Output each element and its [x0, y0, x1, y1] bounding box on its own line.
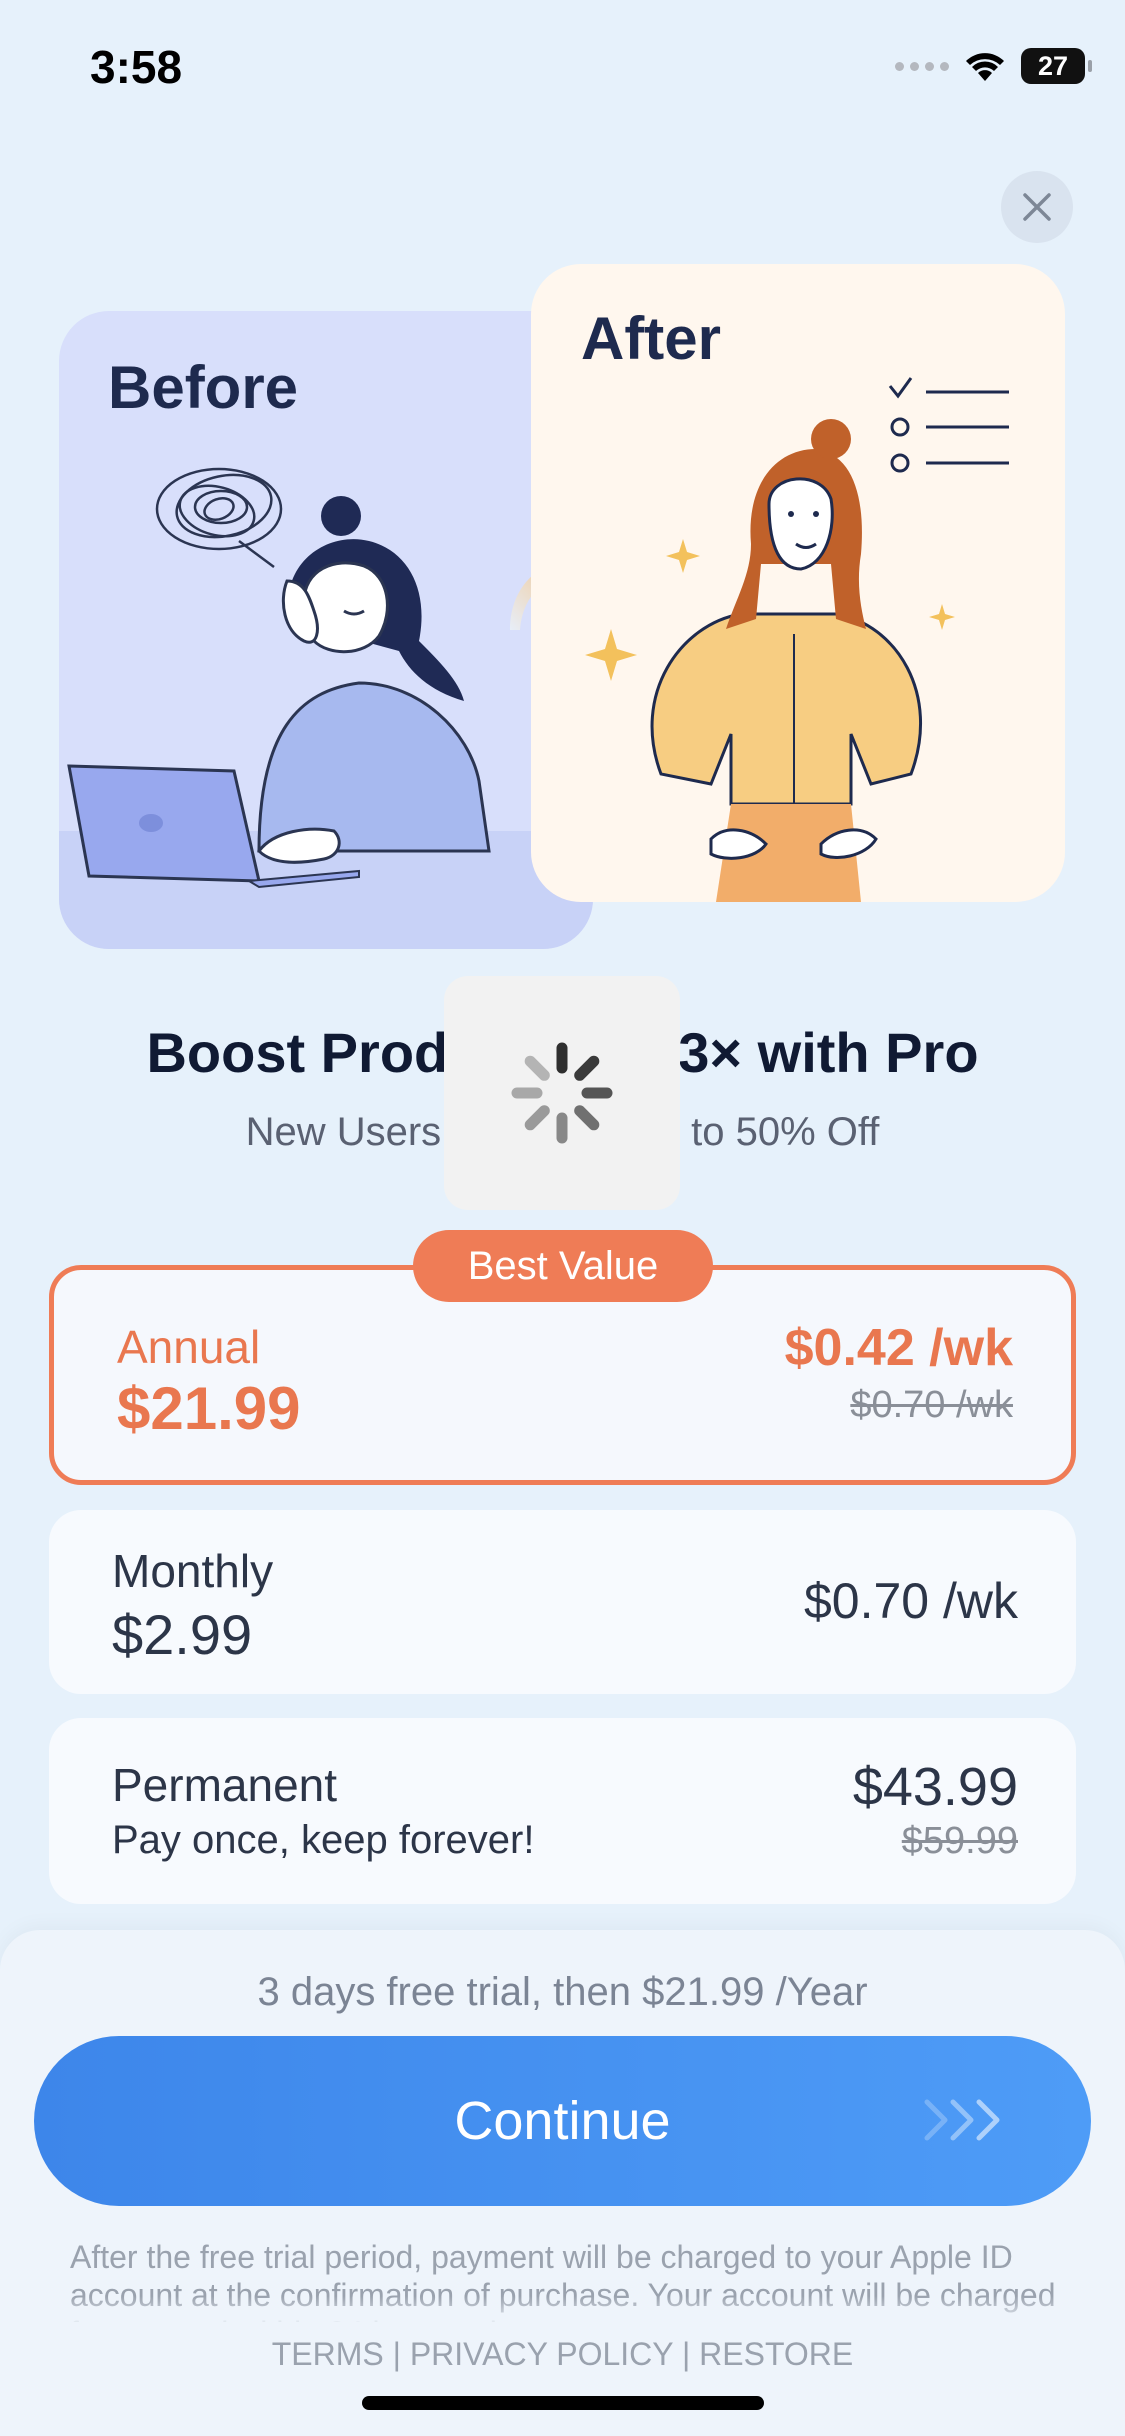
close-icon: [1023, 193, 1051, 221]
privacy-policy-link[interactable]: PRIVACY POLICY: [410, 2336, 673, 2372]
plan-monthly-weekly: $0.70 /wk: [803, 1573, 1018, 1629]
separator: |: [383, 2336, 410, 2372]
footer-links: TERMS | PRIVACY POLICY | RESTORE: [0, 2336, 1125, 2373]
status-icons: 27: [895, 48, 1092, 84]
terms-link[interactable]: TERMS: [272, 2336, 384, 2372]
cellular-signal-icon: [895, 61, 949, 71]
plan-permanent[interactable]: Permanent Pay once, keep forever! $43.99…: [49, 1718, 1076, 1904]
restore-link[interactable]: RESTORE: [699, 2336, 853, 2372]
headline-left: Boost Prod: [146, 1021, 449, 1084]
plan-permanent-old-price: $59.99: [901, 1820, 1018, 1862]
legal-fade: [0, 2296, 1125, 2326]
plan-annual-weekly: $0.42 /wk: [784, 1319, 1013, 1377]
plan-annual-old-weekly: $0.70 /wk: [850, 1384, 1013, 1426]
continue-button[interactable]: Continue: [34, 2036, 1091, 2206]
subheadline-left: New Users: [245, 1110, 442, 1154]
plan-permanent-subtitle: Pay once, keep forever!: [112, 1818, 535, 1862]
plan-permanent-name: Permanent: [112, 1759, 338, 1811]
status-time: 3:58: [90, 41, 183, 93]
after-card: After: [531, 264, 1065, 902]
plan-monthly-price: $2.99: [112, 1603, 253, 1666]
best-value-badge: Best Value: [413, 1230, 713, 1302]
plan-monthly-name: Monthly: [112, 1545, 274, 1597]
continue-label: Continue: [454, 2091, 671, 2151]
confident-woman-illustration: [585, 377, 1009, 902]
separator: |: [673, 2336, 700, 2372]
home-indicator: [362, 2396, 764, 2410]
chevrons-icon: [924, 2099, 1000, 2141]
headline-right: 3× with Pro: [678, 1021, 979, 1084]
plan-annual-name: Annual: [117, 1321, 261, 1373]
plan-annual-price: $21.99: [117, 1375, 301, 1442]
close-button[interactable]: [1001, 171, 1073, 243]
loading-overlay: [444, 976, 680, 1210]
plan-permanent-price: $43.99: [852, 1757, 1018, 1817]
plan-monthly[interactable]: Monthly $2.99 $0.70 /wk: [49, 1510, 1076, 1694]
trial-text: 3 days free trial, then $21.99 /Year: [257, 1970, 868, 2014]
wifi-icon: [966, 53, 1004, 81]
status-bar: 3:58 27: [0, 0, 1125, 130]
spinner-icon: [511, 1042, 613, 1144]
subheadline-right: to 50% Off: [691, 1110, 880, 1154]
battery-icon: 27: [1021, 48, 1092, 84]
